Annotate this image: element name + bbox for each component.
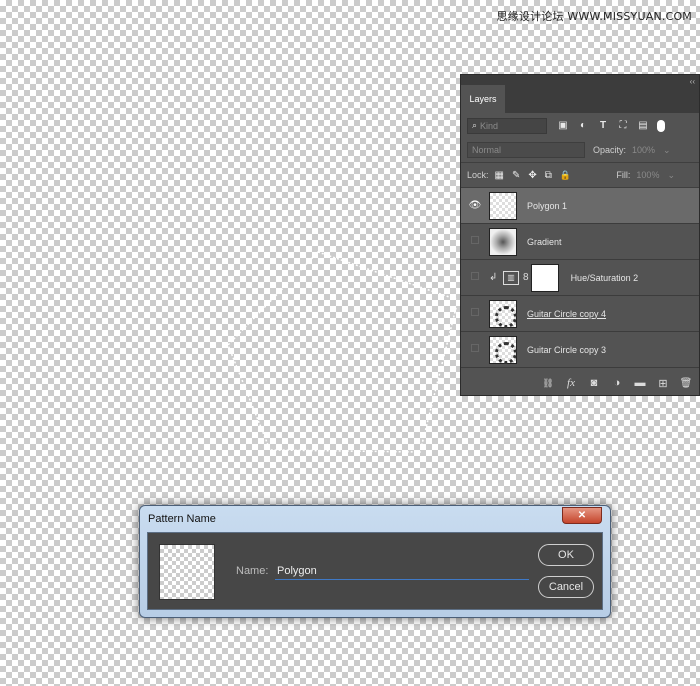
lock-row: Lock: ▦ ✎ ✥ ⧉ 🔒 Fill: 100% ⌄ xyxy=(461,163,699,188)
mask-link-icon[interactable]: 8 xyxy=(523,272,529,283)
layer-thumbnail xyxy=(489,335,517,364)
layer-name: Guitar Circle copy 4 xyxy=(527,308,607,319)
ok-button[interactable]: OK xyxy=(538,544,594,566)
pixel-filter-icon[interactable]: ▣ xyxy=(557,120,569,131)
layer-row-guitar-circle-copy-3[interactable]: Guitar Circle copy 3 xyxy=(461,332,699,368)
layer-thumbnail xyxy=(489,299,517,328)
filter-toggle-icon[interactable] xyxy=(657,119,665,132)
lock-label: Lock: xyxy=(467,170,489,180)
cancel-button[interactable]: Cancel xyxy=(538,576,594,598)
shape-filter-icon[interactable]: ⛶ xyxy=(617,120,629,131)
layer-thumbnail xyxy=(489,227,517,256)
new-layer-icon[interactable]: ⊞ xyxy=(656,377,670,390)
pattern-name-dialog: Pattern Name ✕ Name: OK Cancel xyxy=(139,505,611,618)
layer-row-gradient[interactable]: Gradient xyxy=(461,224,699,260)
lock-pixels-icon[interactable]: ✎ xyxy=(512,170,520,181)
layer-row-guitar-circle-copy-4[interactable]: Guitar Circle copy 4 xyxy=(461,296,699,332)
visibility-toggle[interactable] xyxy=(461,308,489,319)
blend-mode-value: Normal xyxy=(472,145,502,155)
close-button[interactable]: ✕ xyxy=(562,507,602,524)
opacity-label: Opacity: xyxy=(593,145,627,155)
pattern-name-input[interactable] xyxy=(275,562,529,580)
add-mask-icon[interactable]: ◙ xyxy=(587,377,601,389)
eye-icon[interactable]: 👁 xyxy=(461,200,489,211)
chevron-down-icon[interactable]: ⌄ xyxy=(667,170,675,181)
fill-label: Fill: xyxy=(616,170,631,180)
lock-icons: ▦ ✎ ✥ ⧉ 🔒 xyxy=(495,170,572,181)
filter-icons: ▣ ◐ T ⛶ ▤ xyxy=(557,119,665,132)
panel-footer: ⛓ fx ◙ ◑ ▬ ⊞ 🗑 xyxy=(461,371,699,395)
fx-icon[interactable]: fx xyxy=(564,377,578,389)
dialog-body: Name: OK Cancel xyxy=(147,532,603,610)
new-adjustment-icon[interactable]: ◑ xyxy=(610,377,624,389)
visibility-toggle[interactable] xyxy=(461,344,489,355)
tab-layers[interactable]: Layers xyxy=(461,85,505,113)
filter-row: ⌕ Kind ▣ ◐ T ⛶ ▤ xyxy=(461,113,699,138)
layer-row-polygon-1[interactable]: 👁 Polygon 1 xyxy=(461,188,699,224)
layers-panel: Layers ‹‹ ⌕ Kind ▣ ◐ T ⛶ ▤ Normal Opacit… xyxy=(460,74,700,396)
layer-mask-thumbnail xyxy=(530,263,559,292)
pattern-preview xyxy=(159,544,215,600)
layer-name: Polygon 1 xyxy=(527,200,568,211)
close-icon: ✕ xyxy=(577,510,587,521)
new-group-icon[interactable]: ▬ xyxy=(633,377,647,389)
fill-value[interactable]: 100% xyxy=(636,170,659,180)
search-icon: ⌕ xyxy=(472,120,478,130)
layer-row-hue-saturation-2[interactable]: ↲ ▥ 8 Hue/Saturation 2 xyxy=(461,260,699,296)
collapse-icon[interactable]: ‹‹ xyxy=(690,77,695,86)
layer-name: Hue/Saturation 2 xyxy=(570,272,639,283)
visibility-toggle[interactable] xyxy=(461,236,489,247)
type-filter-icon[interactable]: T xyxy=(597,120,609,131)
delete-layer-icon[interactable]: 🗑 xyxy=(679,378,693,389)
clipping-arrow-icon: ↲ xyxy=(489,272,498,283)
opacity-value[interactable]: 100% xyxy=(632,145,655,155)
lock-transparent-icon[interactable]: ▦ xyxy=(495,170,504,181)
kind-filter-select[interactable]: ⌕ Kind xyxy=(467,117,547,134)
lock-all-icon[interactable]: 🔒 xyxy=(560,170,571,181)
visibility-toggle[interactable] xyxy=(461,272,489,283)
lock-position-icon[interactable]: ✥ xyxy=(528,170,536,181)
panel-tabbar: Layers ‹‹ xyxy=(461,75,699,113)
layer-name: Gradient xyxy=(527,236,562,247)
layer-name: Guitar Circle copy 3 xyxy=(527,344,607,355)
link-layers-icon[interactable]: ⛓ xyxy=(541,378,555,389)
layer-thumbnail xyxy=(489,191,517,220)
chevron-down-icon[interactable]: ⌄ xyxy=(663,145,671,156)
name-label: Name: xyxy=(236,565,269,577)
lock-artboard-icon[interactable]: ⧉ xyxy=(545,170,552,181)
kind-label: Kind xyxy=(480,120,499,131)
blend-row: Normal Opacity: 100% ⌄ xyxy=(461,138,699,163)
adjustment-layer-icon: ▥ xyxy=(503,270,519,285)
dialog-title: Pattern Name xyxy=(148,513,216,525)
smart-object-filter-icon[interactable]: ▤ xyxy=(637,120,649,131)
blend-mode-select[interactable]: Normal xyxy=(467,142,585,158)
adjustment-filter-icon[interactable]: ◐ xyxy=(577,120,589,131)
